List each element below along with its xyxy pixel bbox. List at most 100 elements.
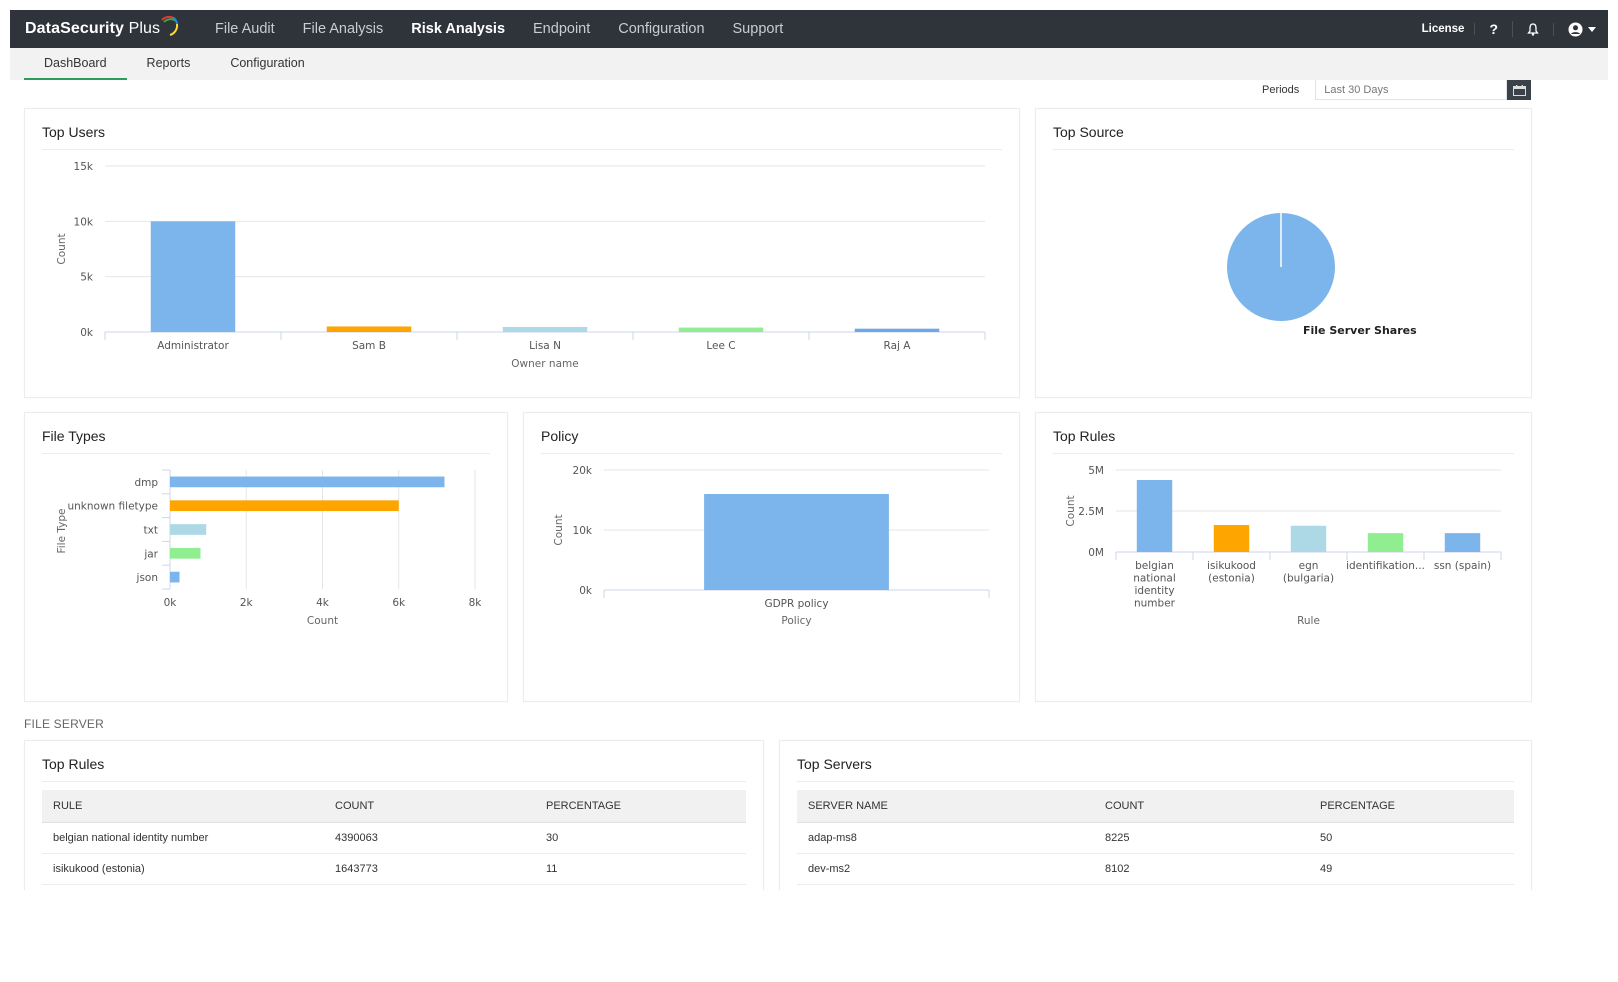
bar-egn-bulgaria-	[1290, 525, 1327, 552]
top-users-chart: 0k 5k 10k 15k Administrator Sam B Lisa N Lee C R…	[56, 161, 986, 370]
column-header-count[interactable]: COUNT	[324, 790, 535, 823]
y-tick-label: 5M	[1088, 465, 1104, 477]
nav-file-analysis[interactable]: File Analysis	[303, 21, 384, 37]
cell-count: 4390063	[324, 822, 535, 854]
x-tick-label: egn	[1299, 560, 1319, 572]
x-tick-label: identity	[1134, 585, 1174, 597]
cell-server-name: adap-ms8	[797, 822, 1094, 854]
cell-percentage: 11	[535, 853, 746, 885]
calendar-icon	[1512, 84, 1526, 96]
caret-down-icon	[1588, 26, 1596, 32]
calendar-button[interactable]	[1507, 80, 1532, 100]
table-row[interactable]: adap-ms8 8225 50	[797, 822, 1514, 854]
cell-server-name: dev-ms2	[797, 853, 1094, 885]
cell-percentage: 49	[1309, 853, 1514, 885]
table-row[interactable]: belgian national identity number 4390063…	[42, 822, 746, 854]
y-tick-label: unknown filetype	[68, 501, 159, 513]
tab-configuration[interactable]: Configuration	[210, 48, 324, 80]
column-header-percentage[interactable]: PERCENTAGE	[1309, 790, 1514, 823]
y-tick-label: 10k	[74, 216, 94, 228]
x-tick-label: Raj A	[884, 340, 912, 352]
x-tick-label: national	[1133, 573, 1176, 585]
y-axis-title: Count	[1065, 495, 1077, 526]
column-header-count[interactable]: COUNT	[1094, 790, 1309, 823]
main-nav: File Audit File Analysis Risk Analysis E…	[215, 10, 811, 48]
x-tick-label: Lisa N	[529, 340, 561, 352]
x-tick-label: number	[1134, 598, 1176, 610]
file-types-chart: 0k 2k 4k 6k 8k dmp unknown filetype txt jar json C…	[56, 469, 483, 627]
x-tick-label: Lee C	[706, 340, 735, 352]
card-title: Top Servers	[797, 756, 872, 772]
period-selector: Periods	[1262, 80, 1532, 100]
nav-risk-analysis[interactable]: Risk Analysis	[411, 21, 505, 37]
bar-belgian-national-identity-number	[1136, 480, 1173, 552]
y-tick-label: 0k	[80, 327, 94, 339]
nav-configuration[interactable]: Configuration	[618, 21, 704, 37]
x-axis-title: Count	[307, 615, 338, 627]
x-tick-label: ssn (spain)	[1434, 560, 1491, 572]
x-tick-label: 2k	[240, 597, 254, 609]
nav-endpoint[interactable]: Endpoint	[533, 21, 590, 37]
bar-dmp	[170, 476, 445, 488]
top-right-controls: License ?	[1412, 10, 1598, 48]
x-tick-label: identifikation...	[1346, 560, 1425, 572]
nav-support[interactable]: Support	[733, 21, 784, 37]
bar-identifikation-	[1367, 533, 1404, 552]
cell-count: 8102	[1094, 853, 1309, 885]
x-tick-label: 8k	[469, 597, 483, 609]
pie-data-label: File Server Shares	[1303, 324, 1417, 337]
notifications-button[interactable]	[1513, 22, 1554, 36]
cell-rule: isikukood (estonia)	[42, 853, 324, 885]
logo-arc-icon	[161, 15, 179, 36]
top-navigation-bar: DataSecurity Plus File Audit File Analys…	[10, 10, 1608, 48]
sub-navigation: DashBoard Reports Configuration	[10, 48, 1608, 80]
cell-percentage: 50	[1309, 822, 1514, 854]
x-tick-label: 0k	[164, 597, 178, 609]
y-tick-label: 10k	[573, 525, 593, 537]
cell-rule: belgian national identity number	[42, 822, 324, 854]
x-tick-label: 4k	[316, 597, 330, 609]
file-types-card: File Types 0k 2k 4k 6k 8k dmp unknown filetype…	[24, 412, 508, 702]
nav-file-audit[interactable]: File Audit	[215, 21, 275, 37]
brand-name-suffix: Plus	[128, 20, 161, 37]
bar-raj-a	[854, 328, 940, 332]
x-tick-label: 6k	[392, 597, 406, 609]
y-tick-label: 2.5M	[1078, 506, 1104, 518]
table-header-row: RULE COUNT PERCENTAGE	[42, 790, 746, 823]
tab-reports[interactable]: Reports	[127, 48, 211, 80]
table-row[interactable]: isikukood (estonia) 1643773 11	[42, 853, 746, 885]
period-input[interactable]	[1315, 80, 1508, 100]
bar-isikukood-estonia-	[1213, 525, 1250, 552]
column-header-server-name[interactable]: SERVER NAME	[797, 790, 1094, 823]
top-source-chart: File Server Shares	[1227, 213, 1417, 337]
x-axis-title: Policy	[781, 615, 811, 627]
policy-card: Policy 0k 10k 20k GDPR policy Policy Count	[523, 412, 1020, 702]
y-tick-label: 0M	[1088, 547, 1104, 559]
help-button[interactable]: ?	[1475, 21, 1513, 37]
top-source-card: Top Source File Server Shares	[1035, 108, 1532, 398]
bar-ssn-spain-	[1444, 533, 1481, 552]
column-header-rule[interactable]: RULE	[42, 790, 324, 823]
top-users-card: Top Users 0k 5k 10k 15k Administrator Sam B Li…	[24, 108, 1020, 398]
user-avatar-icon	[1568, 22, 1583, 36]
top-servers-table: SERVER NAME COUNT PERCENTAGE adap-ms8 82…	[797, 790, 1514, 885]
bar-txt	[170, 524, 207, 535]
tab-dashboard[interactable]: DashBoard	[24, 48, 127, 80]
user-menu-button[interactable]	[1554, 22, 1598, 37]
y-axis-title: Count	[553, 514, 565, 545]
y-tick-label: jar	[143, 548, 158, 560]
y-tick-label: 15k	[74, 161, 94, 173]
x-tick-label: isikukood	[1207, 560, 1256, 572]
question-icon: ?	[1489, 21, 1498, 37]
table-row[interactable]: dev-ms2 8102 49	[797, 853, 1514, 885]
column-header-percentage[interactable]: PERCENTAGE	[535, 790, 746, 823]
top-rules-table: RULE COUNT PERCENTAGE belgian national i…	[42, 790, 746, 885]
table-header-row: SERVER NAME COUNT PERCENTAGE	[797, 790, 1514, 823]
x-tick-label: belgian	[1135, 560, 1174, 572]
top-rules-chart: 0M 2.5M 5M belgiannationalidentitynumber isi…	[1065, 465, 1502, 627]
brand-name: DataSecurity Plus	[25, 20, 160, 38]
bar-sam-b	[326, 326, 412, 332]
app-logo[interactable]: DataSecurity Plus	[25, 15, 185, 38]
x-tick-label: (estonia)	[1208, 573, 1255, 585]
license-link[interactable]: License	[1412, 23, 1476, 35]
